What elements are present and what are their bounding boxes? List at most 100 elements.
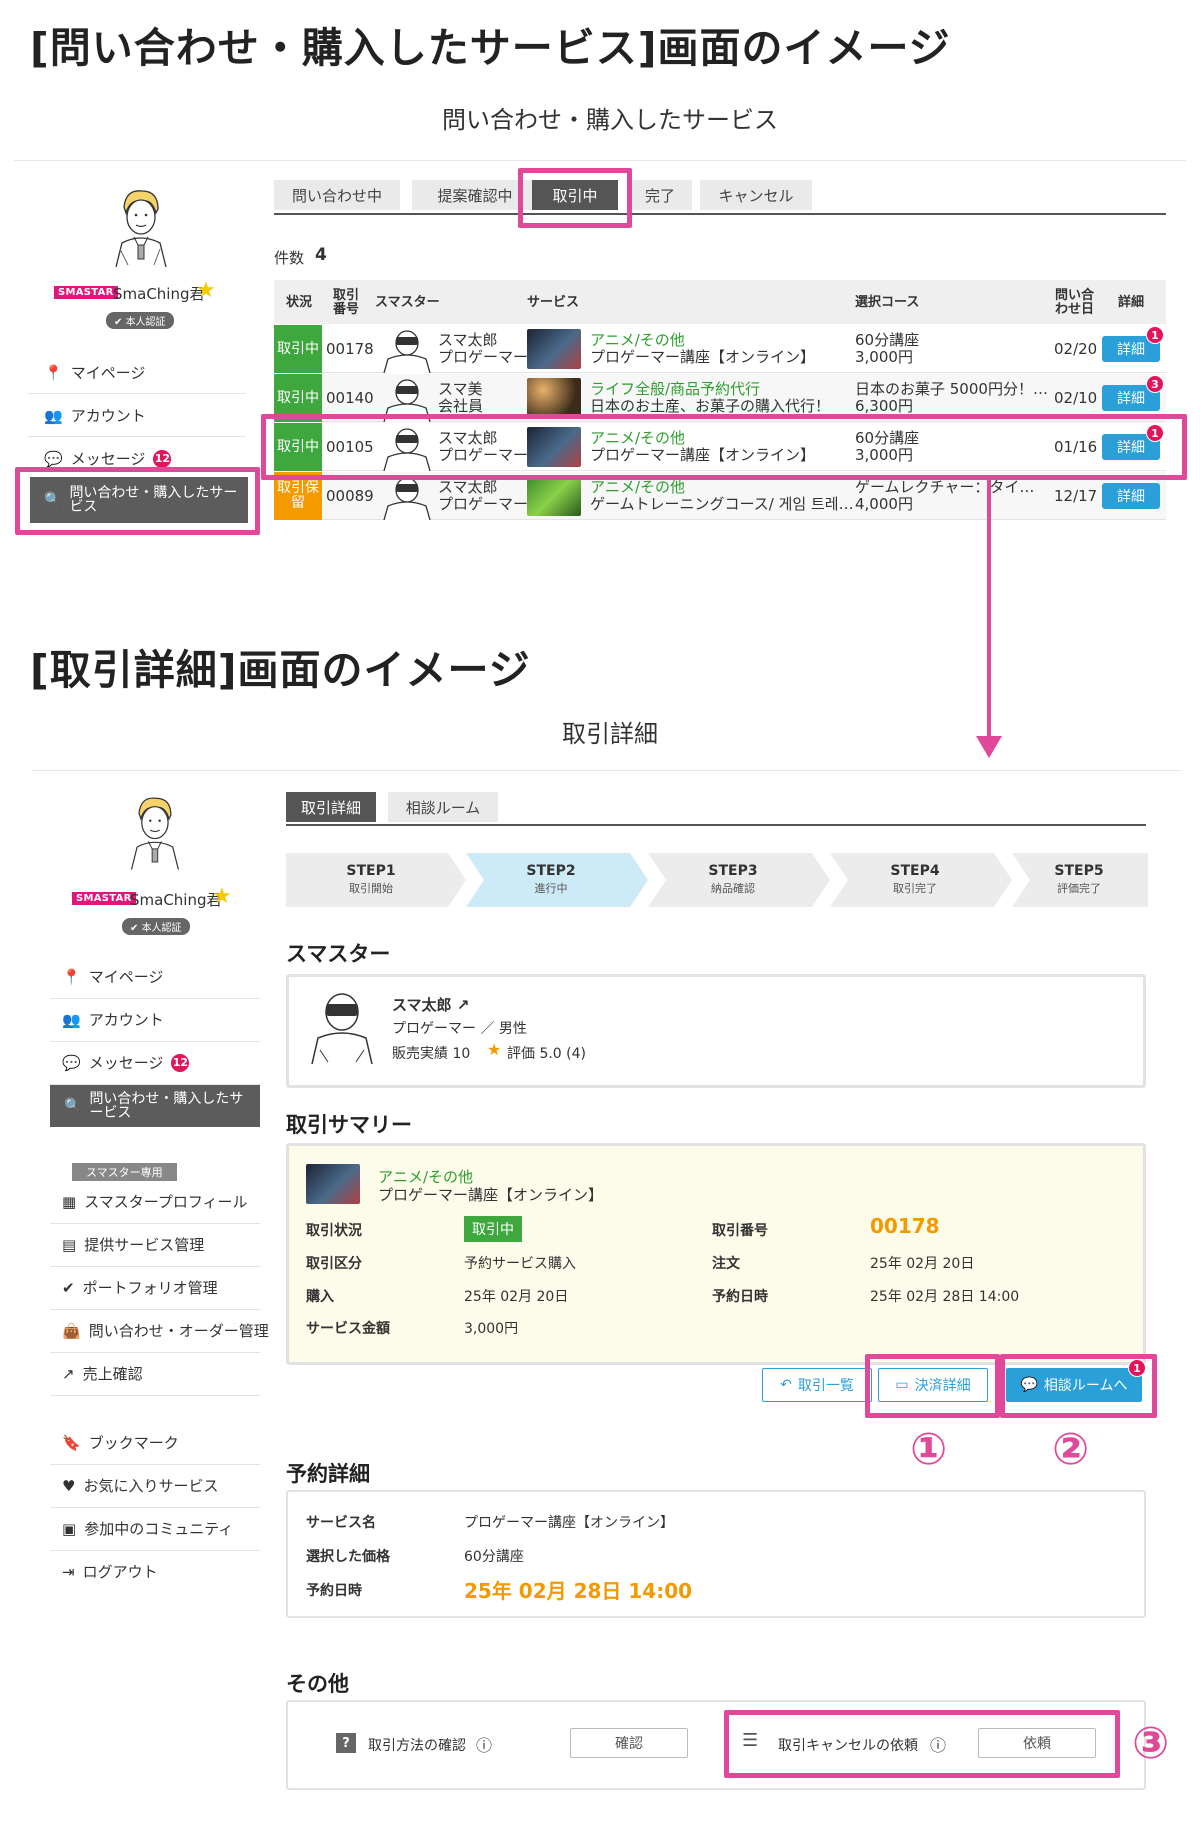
service-name-cell[interactable]: プロゲーマー講座【オンライン】 <box>590 349 815 366</box>
account-icon: 👥 <box>44 406 63 425</box>
sidebar-item-label: 売上確認 <box>82 1365 143 1383</box>
sidebar-bottom-item[interactable]: ♥ お気に入りサービス <box>62 1475 218 1496</box>
smaster-name[interactable]: スマ太郎 ↗ <box>392 994 469 1015</box>
bag-icon: 👜 <box>62 1321 81 1340</box>
verified-label: 本人認証 <box>141 923 182 934</box>
help-icon[interactable]: ⓘ <box>476 1732 492 1756</box>
highlight-cancel <box>724 1710 1120 1778</box>
th-smaster: スマスター <box>375 295 440 310</box>
smaster-avatar <box>306 988 378 1066</box>
step-title: STEP4 <box>890 863 940 879</box>
th-course: 選択コース <box>855 295 920 310</box>
status-badge: 取引中 <box>464 1216 522 1242</box>
date-cell: 02/20 <box>1054 340 1098 358</box>
count-label: 件数 <box>274 249 305 267</box>
sidebar-item-inquiries[interactable]: 🔍 問い合わせ・購入したサービス <box>50 1085 260 1127</box>
smaster-only-badge: スマスター専用 <box>72 1163 177 1181</box>
divider <box>50 1309 260 1310</box>
divider <box>50 1550 260 1551</box>
divider <box>28 393 246 394</box>
sidebar-smaster-item[interactable]: ▦ スマスタープロフィール <box>62 1191 248 1212</box>
sidebar-smaster-item[interactable]: ▤ 提供サービス管理 <box>62 1234 204 1255</box>
callout-2: ② <box>1052 1424 1090 1475</box>
order-label: 注文 <box>712 1256 740 1272</box>
page-title: 問い合わせ・購入したサービス <box>442 106 778 134</box>
highlight-room <box>1000 1354 1157 1418</box>
sidebar-item-label: ブックマーク <box>88 1434 179 1452</box>
tab-consult-room[interactable]: 相談ルーム <box>388 792 498 822</box>
account-icon: 👥 <box>62 1010 81 1029</box>
divider <box>50 1041 260 1042</box>
step-4: STEP4 取引完了 <box>830 853 1000 907</box>
sidebar-item-account[interactable]: 👥 アカウント <box>44 405 146 426</box>
status-cell: 取引中 <box>274 325 322 373</box>
tab-cancel[interactable]: キャンセル <box>700 180 812 210</box>
sidebar-smaster-item[interactable]: 👜 問い合わせ・オーダー管理 <box>62 1320 269 1341</box>
sidebar-item-label: 参加中のコミュニティ <box>84 1520 234 1538</box>
service-thumbnail <box>527 378 581 418</box>
price-label: サービス金額 <box>306 1321 390 1337</box>
external-link-icon: ↗ <box>456 996 470 1014</box>
callout-3: ③ <box>1132 1718 1170 1769</box>
trade-no-cell: 00178 <box>326 340 374 358</box>
bookmark-icon: 🔖 <box>62 1433 81 1452</box>
message-count-badge: 12 <box>153 449 172 468</box>
service-thumbnail <box>306 1164 360 1204</box>
step-1: STEP1 取引開始 <box>286 853 456 907</box>
smaster-avatar <box>378 474 436 520</box>
star-icon: ★ <box>212 884 232 909</box>
price-cell: 6,300円 <box>855 397 913 415</box>
service-category-cell[interactable]: ライフ全般/商品予約代行 <box>590 381 760 398</box>
confirm-button[interactable]: 確認 <box>570 1728 688 1758</box>
th-detail: 詳細 <box>1118 295 1145 310</box>
detail-button[interactable]: 詳細 <box>1102 483 1160 509</box>
smaster-name-label: スマ太郎 <box>392 996 452 1014</box>
sidebar-item-label: 提供サービス管理 <box>84 1236 205 1254</box>
type-label: 取引区分 <box>306 1256 362 1272</box>
trade-list-button[interactable]: ↶ 取引一覧 <box>762 1368 872 1402</box>
tab-inquiring[interactable]: 問い合わせ中 <box>274 180 400 210</box>
service-category-cell[interactable]: アニメ/その他 <box>590 479 685 496</box>
check-icon: ✔ <box>62 1278 75 1297</box>
sidebar-item-label: ログアウト <box>82 1563 158 1581</box>
smaster-avatar <box>378 327 436 373</box>
sidebar-item-message[interactable]: 💬 メッセージ 12 <box>44 448 172 469</box>
smaster-name-cell: スマ美 <box>438 380 483 398</box>
divider <box>50 1223 260 1224</box>
sidebar-item-label: メッセージ <box>70 450 146 468</box>
res-service-label: サービス名 <box>306 1515 376 1531</box>
avatar <box>108 185 172 269</box>
divider <box>50 1507 260 1508</box>
section2-heading: [取引詳細]画面のイメージ <box>30 646 531 694</box>
step-sub: 取引開始 <box>349 882 393 895</box>
sidebar-bottom-item[interactable]: ▣ 参加中のコミュニティ <box>62 1518 233 1539</box>
tab-trade-detail[interactable]: 取引詳細 <box>286 792 376 822</box>
price-cell: 4,000円 <box>855 495 913 513</box>
verified-badge: ✔ 本人認証 <box>106 312 174 329</box>
sidebar-item[interactable]: 📍 マイページ <box>62 966 163 987</box>
sidebar-item[interactable]: 💬 メッセージ 12 <box>62 1052 190 1073</box>
smaster-role-cell: プロゲーマー <box>438 495 529 513</box>
service-name-cell[interactable]: ゲームトレーニングコース/ 게임 트레… <box>590 496 854 513</box>
sidebar-item-mypage[interactable]: 📍 マイページ <box>44 362 145 383</box>
sidebar-smaster-item[interactable]: ✔ ポートフォリオ管理 <box>62 1277 218 1298</box>
sidebar-item-label: アカウント <box>70 407 146 425</box>
sidebar-bottom-item[interactable]: ⇥ ログアウト <box>62 1561 158 1582</box>
tab-completed[interactable]: 完了 <box>628 180 692 210</box>
price-value: 3,000円 <box>464 1321 519 1337</box>
heart-icon: ♥ <box>62 1476 76 1495</box>
sidebar-item-label: 問い合わせ・購入したサービス <box>89 1091 244 1121</box>
profile-name: SmaChing君 <box>113 285 205 303</box>
sidebar-item-label: スマスタープロフィール <box>84 1193 248 1211</box>
message-icon: 💬 <box>44 449 63 468</box>
service-category-cell[interactable]: アニメ/その他 <box>590 332 685 349</box>
trade-no-cell: 00140 <box>326 389 374 407</box>
sidebar-item[interactable]: 👥 アカウント <box>62 1009 164 1030</box>
status-label: 取引状況 <box>306 1223 362 1239</box>
sidebar-bottom-item[interactable]: 🔖 ブックマーク <box>62 1432 179 1453</box>
service-name-cell[interactable]: 日本のお土産、お菓子の購入代行！ <box>590 398 830 415</box>
reserve-value: 25年 02月 28日 14:00 <box>870 1289 1020 1305</box>
res-date-value: 25年 02月 28日 14:00 <box>464 1579 693 1603</box>
step-3: STEP3 納品確認 <box>648 853 818 907</box>
sidebar-smaster-item[interactable]: ↗ 売上確認 <box>62 1363 143 1384</box>
